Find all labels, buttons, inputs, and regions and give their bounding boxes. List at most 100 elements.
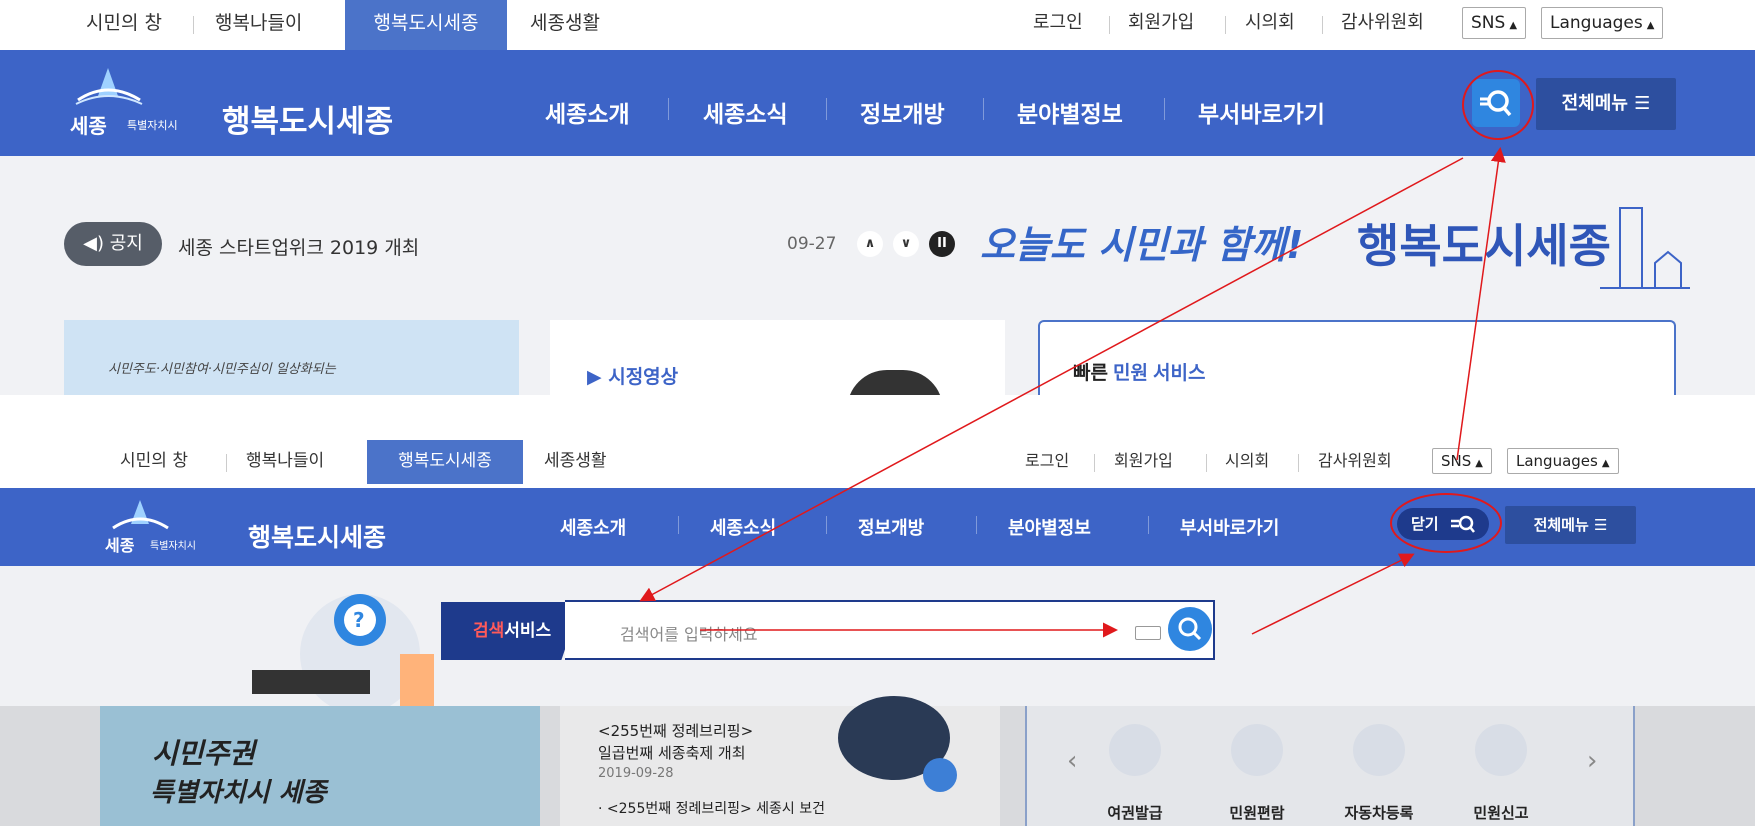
speaker-avatar [847, 370, 943, 395]
divider [668, 98, 669, 120]
service-next-icon[interactable]: › [1587, 746, 1597, 776]
car-icon[interactable] [1353, 724, 1405, 776]
nav-dept-shortcut[interactable]: 부서바로가기 [1198, 95, 1325, 129]
video-item-line3[interactable]: · <255번째 정례브리핑> 세종시 보건 [598, 798, 825, 818]
audit-link[interactable]: 감사위원회 [1341, 0, 1424, 46]
service-title-c: 서비스 [1153, 362, 1206, 384]
search-label-b: 서비스 [504, 621, 552, 641]
video-item-line1[interactable]: <255번째 정례브리핑> [598, 720, 753, 741]
virtual-keyboard-icon[interactable] [1135, 626, 1161, 640]
nav-info-open[interactable]: 정보개방 [858, 514, 924, 540]
nav-sejong-intro[interactable]: 세종소개 [545, 95, 630, 129]
languages-label: Languages [1550, 13, 1643, 33]
council-link[interactable]: 시의회 [1225, 440, 1269, 484]
notice-badge: ◀) 공지 [64, 222, 162, 266]
search-overlay: ? 검색서비스 검색어를 입력하세요 [0, 566, 1755, 708]
util-tab-happy-city[interactable]: 행복도시세종 [345, 0, 507, 50]
languages-dropdown[interactable]: Languages ▲ [1541, 7, 1664, 39]
util-tab-happy-outing[interactable]: 행복나들이 [246, 440, 324, 484]
divider [1109, 16, 1110, 34]
video-card: <255번째 정례브리핑> 일곱번째 세종축제 개최 2019-09-28 · … [560, 696, 1000, 826]
util-tab-happy-city[interactable]: 행복도시세종 [367, 440, 523, 484]
nav-field-info[interactable]: 분야별정보 [1008, 514, 1091, 540]
divider [1225, 16, 1226, 34]
util-tab-sejong-life[interactable]: 세종생활 [530, 0, 600, 50]
council-link[interactable]: 시의회 [1245, 0, 1295, 46]
caret-up-icon: ▲ [1601, 458, 1610, 469]
divider [1094, 454, 1095, 472]
util-tab-happy-outing[interactable]: 행복나들이 [215, 0, 302, 50]
handbook-icon[interactable] [1231, 724, 1283, 776]
notice-date: 09-27 [787, 234, 837, 254]
video-item-date: 2019-09-28 [598, 766, 674, 781]
sejong-logo-icon[interactable] [105, 498, 175, 532]
utility-bar: 시민의 창 행복나들이 행복도시세종 세종생활 로그인 회원가입 시의회 감사위… [0, 0, 1755, 50]
caret-up-icon: ▲ [1475, 458, 1483, 469]
screenshot-before: 시민의 창 행복나들이 행복도시세종 세종생활 로그인 회원가입 시의회 감사위… [0, 0, 1755, 395]
video-item-line2[interactable]: 일곱번째 세종축제 개최 [598, 742, 746, 763]
slogan-text: 오늘도 시민과 함께! [980, 223, 1304, 267]
logo-name: 세종 [105, 536, 135, 555]
sns-label: SNS [1441, 452, 1472, 470]
audit-link[interactable]: 감사위원회 [1318, 440, 1392, 484]
service-prev-icon[interactable]: ‹ [1067, 746, 1077, 776]
full-menu-button[interactable]: 전체메뉴 ☰ [1505, 506, 1636, 544]
sns-dropdown[interactable]: SNS ▲ [1462, 7, 1527, 39]
nav-sejong-news[interactable]: 세종소식 [710, 514, 776, 540]
service-title-a: 빠른 [1073, 362, 1108, 384]
prev-arrow-icon[interactable]: ∧ [857, 231, 883, 257]
util-tab-sejong-life[interactable]: 세종생활 [544, 440, 607, 484]
banner-card[interactable]: 시민주권 특별자치시 세종 [100, 706, 540, 826]
service-handbook[interactable]: 민원편람 [1202, 802, 1312, 823]
logo-main-title[interactable]: 행복도시세종 [248, 518, 386, 554]
divider [1298, 454, 1299, 472]
report-icon[interactable] [1475, 724, 1527, 776]
dimmed-content: 시민주권 특별자치시 세종 <255번째 정례브리핑> 일곱번째 세종축제 개최… [0, 696, 1755, 826]
banner-card[interactable]: 시민주도·시민참여·시민주심이 일상화되는 [64, 320, 519, 395]
full-menu-button[interactable]: 전체메뉴 ☰ [1536, 78, 1676, 130]
nav-sejong-intro[interactable]: 세종소개 [560, 514, 626, 540]
service-card: 빠른 민원 서비스 [1038, 320, 1676, 395]
divider [826, 98, 827, 120]
signup-link[interactable]: 회원가입 [1128, 0, 1194, 46]
next-arrow-icon[interactable]: ∨ [893, 231, 919, 257]
login-link[interactable]: 로그인 [1025, 440, 1069, 484]
sns-dropdown[interactable]: SNS ▲ [1432, 448, 1492, 474]
service-complaint[interactable]: 민원신고 [1446, 802, 1556, 823]
service-title-b: 민원 [1113, 362, 1148, 384]
divider [1164, 98, 1165, 120]
search-placeholder: 검색어를 입력하세요 [620, 625, 758, 644]
service-car-registration[interactable]: 자동차등록 [1324, 802, 1434, 823]
search-input[interactable]: 검색어를 입력하세요 [565, 600, 1215, 660]
main-header: 세종 특별자치시 행복도시세종 세종소개 세종소식 정보개방 분야별정보 부서바… [0, 50, 1755, 156]
logo-main-title[interactable]: 행복도시세종 [222, 96, 393, 141]
passport-icon[interactable] [1109, 724, 1161, 776]
play-icon[interactable] [923, 758, 957, 792]
util-tab-citizen-window[interactable]: 시민의 창 [120, 440, 188, 484]
nav-field-info[interactable]: 분야별정보 [1017, 95, 1123, 129]
languages-dropdown[interactable]: Languages ▲ [1507, 448, 1619, 474]
service-card: ‹ › 여권발급 민원편람 자동차등록 민원신고 [1025, 706, 1635, 826]
service-passport[interactable]: 여권발급 [1080, 802, 1190, 823]
nav-info-open[interactable]: 정보개방 [860, 95, 945, 129]
slogan-brand: 행복도시세종 [1357, 219, 1611, 273]
video-card-title[interactable]: ▶ 시정영상 [587, 362, 678, 389]
login-link[interactable]: 로그인 [1033, 0, 1083, 46]
nav-dept-shortcut[interactable]: 부서바로가기 [1180, 514, 1279, 540]
divider [983, 98, 984, 120]
svg-text:?: ? [353, 608, 365, 632]
content-area: ◀) 공지 세종 스타트업위크 2019 개최 09-27 ∧ ∨ II 오늘도… [0, 156, 1755, 395]
util-tab-citizen-window[interactable]: 시민의 창 [86, 0, 162, 50]
building-illustration-icon [1600, 207, 1690, 289]
signup-link[interactable]: 회원가입 [1114, 440, 1173, 484]
notice-text[interactable]: 세종 스타트업위크 2019 개최 [178, 233, 419, 260]
logo-name: 세종 [70, 114, 107, 138]
caret-up-icon: ▲ [1509, 20, 1518, 31]
banner-title-a: 시민주권 [152, 737, 256, 770]
sejong-logo-icon[interactable] [68, 66, 148, 106]
pause-icon[interactable]: II [929, 231, 955, 257]
nav-sejong-news[interactable]: 세종소식 [703, 95, 788, 129]
annotation-circle [1462, 70, 1534, 140]
search-submit-button[interactable] [1167, 606, 1213, 652]
divider [826, 516, 827, 534]
